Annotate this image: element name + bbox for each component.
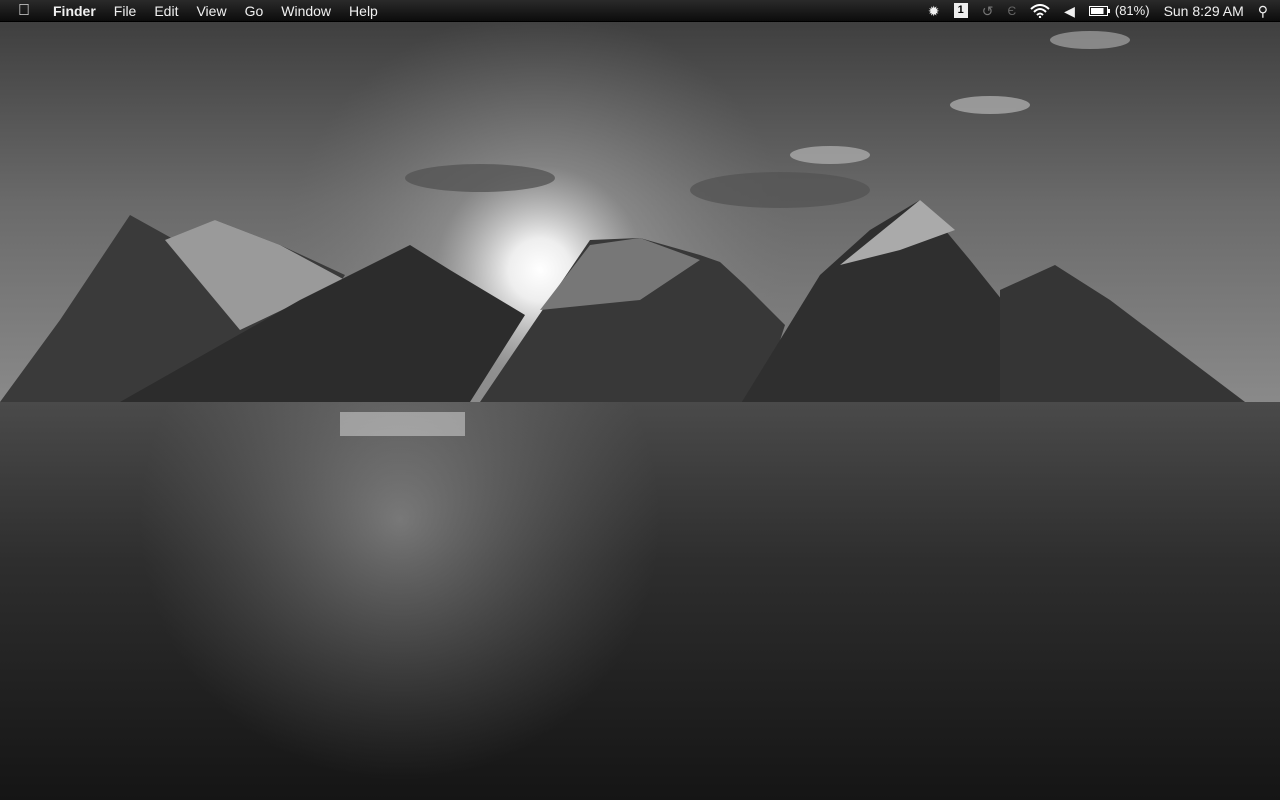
wifi-icon[interactable] xyxy=(1023,3,1057,18)
spaces-number: 1 xyxy=(953,3,968,18)
menu-edit[interactable]: Edit xyxy=(145,0,187,22)
menu-file[interactable]: File xyxy=(105,0,146,22)
menu-view[interactable]: View xyxy=(187,0,235,22)
spotlight-search-icon[interactable]: ⚲ xyxy=(1251,0,1280,22)
volume-icon[interactable]: ◀ xyxy=(1057,0,1082,22)
menu-go[interactable]: Go xyxy=(236,0,273,22)
spaces-icon[interactable]: 1 xyxy=(947,3,975,18)
menu-help[interactable]: Help xyxy=(340,0,387,22)
clock[interactable]: Sun 8:29 AM xyxy=(1157,0,1251,22)
apple-logo-icon[interactable]:  xyxy=(0,0,44,22)
bluetooth-icon[interactable]: Є xyxy=(1000,0,1023,22)
time-machine-icon[interactable]: ↺ xyxy=(975,0,1001,22)
menu-window[interactable]: Window xyxy=(272,0,340,22)
battery-percent: (81%) xyxy=(1114,2,1150,18)
menu-bar:  Finder File Edit View Go Window Help ✹… xyxy=(0,0,1280,22)
gear-sun-icon[interactable]: ✹ xyxy=(921,0,947,22)
menu-app-name[interactable]: Finder xyxy=(44,0,105,22)
desktop-wallpaper xyxy=(0,0,1280,800)
battery-icon[interactable]: (81%) xyxy=(1082,0,1157,22)
